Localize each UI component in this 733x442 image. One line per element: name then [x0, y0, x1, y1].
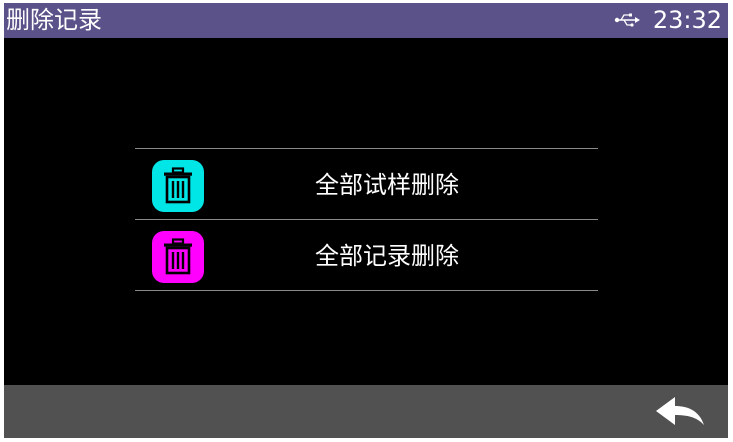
trash-icon [152, 231, 204, 283]
menu-divider [135, 290, 598, 291]
bottom-bar [4, 385, 728, 438]
delete-menu: 全部试样删除 全部记录删除 [135, 148, 598, 291]
menu-item-label: 全部试样删除 [315, 171, 459, 199]
delete-all-samples-button[interactable]: 全部试样删除 [135, 149, 598, 219]
clock: 23:32 [652, 6, 722, 34]
back-arrow-icon[interactable] [654, 394, 706, 430]
menu-item-label: 全部记录删除 [315, 242, 459, 270]
screen: 删除记录 23:32 全部试样删除 全部记录删除 [4, 3, 728, 438]
title-bar: 删除记录 23:32 [4, 3, 728, 38]
trash-icon [152, 160, 204, 212]
page-title: 删除记录 [6, 6, 102, 34]
usb-icon [614, 13, 640, 27]
delete-all-records-button[interactable]: 全部记录删除 [135, 220, 598, 290]
